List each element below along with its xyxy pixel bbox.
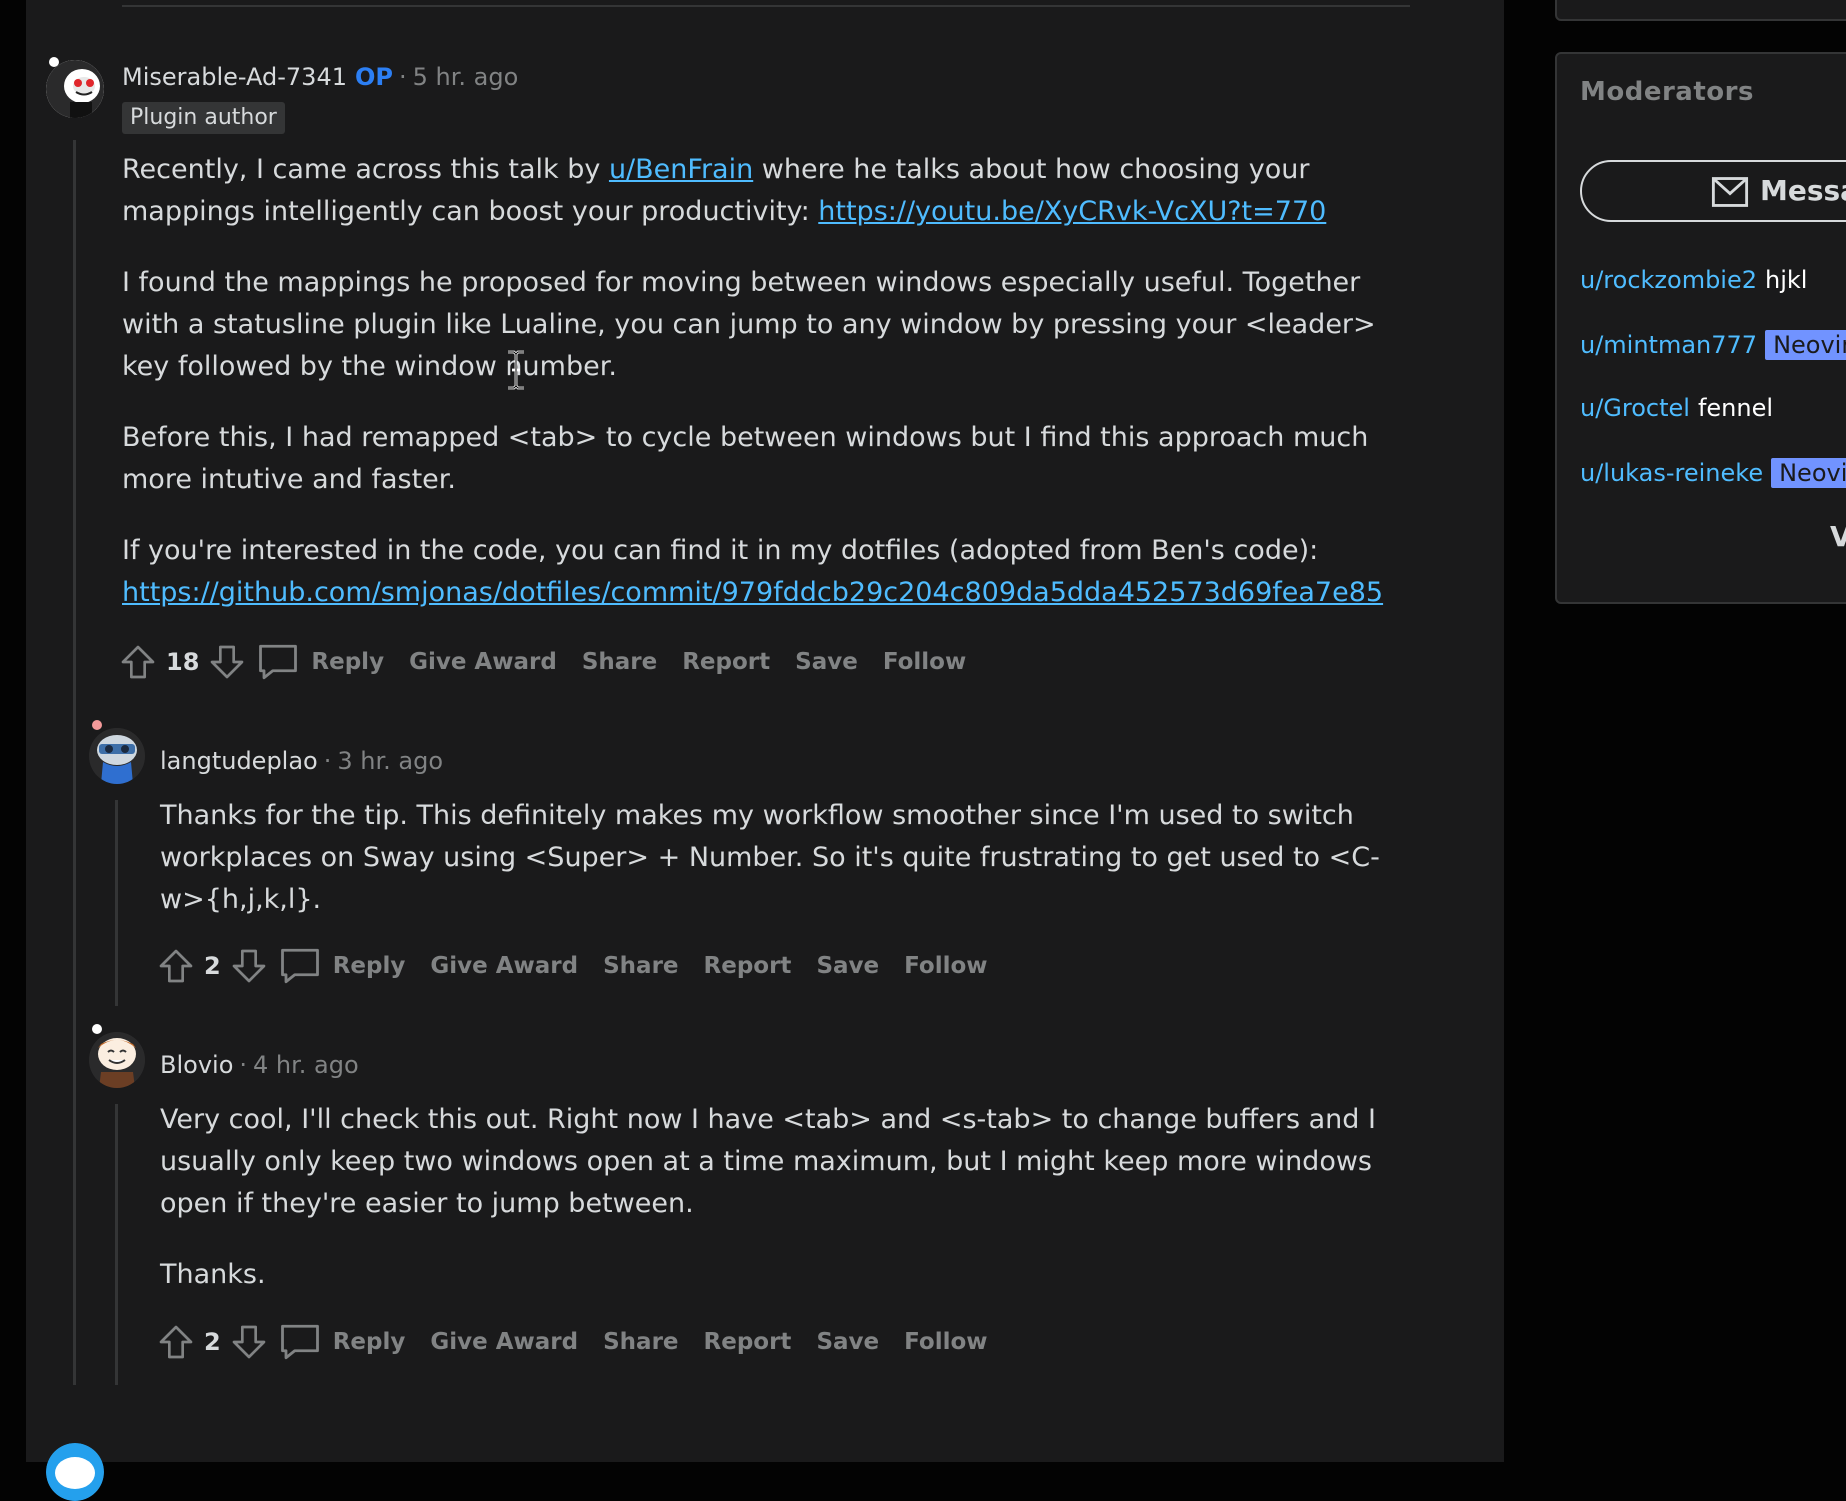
share-button[interactable]: Share [603, 953, 678, 979]
comment-meta: langtudeplao · 3 hr. ago [160, 747, 444, 775]
downvote-icon[interactable] [229, 1322, 269, 1362]
reply-button[interactable]: Reply [311, 649, 384, 675]
follow-button[interactable]: Follow [883, 649, 966, 675]
online-status-indicator [92, 720, 102, 730]
upvote-icon[interactable] [156, 946, 196, 986]
reply-button[interactable]: Reply [333, 953, 406, 979]
comment-bubble-icon[interactable] [257, 642, 299, 682]
user-link[interactable]: u/BenFrain [609, 154, 753, 185]
comment-actions: 2 Reply Give Award Share Report Save Fol… [156, 1320, 1013, 1364]
thread-line[interactable] [73, 140, 76, 1385]
github-link[interactable]: https://github.com/smjonas/dotfiles/comm… [122, 577, 1383, 608]
moderator-flair: Neovim [1765, 330, 1846, 360]
vote-score: 2 [204, 1328, 221, 1356]
comment-paragraph: Recently, I came across this talk by u/B… [122, 154, 1327, 227]
follow-button[interactable]: Follow [904, 1329, 987, 1355]
message-button-label: Messa [1760, 174, 1846, 207]
comment-time[interactable]: 4 hr. ago [253, 1051, 359, 1079]
view-all-moderators-button[interactable]: V [1830, 520, 1846, 553]
comment-paragraph: I found the mappings he proposed for mov… [122, 267, 1376, 382]
save-button[interactable]: Save [816, 953, 879, 979]
moderator-item: u/mintman777 Neovim [1580, 330, 1846, 360]
share-button[interactable]: Share [582, 649, 657, 675]
message-mods-button[interactable]: Messa [1580, 160, 1846, 222]
report-button[interactable]: Report [682, 649, 770, 675]
comment-body: Recently, I came across this talk by u/B… [122, 149, 1422, 643]
youtube-link[interactable]: https://youtu.be/XyCRvk-VcXU?t=770 [818, 196, 1326, 227]
thread-line[interactable] [115, 800, 118, 1006]
comment-body: Thanks for the tip. This definitely make… [160, 795, 1420, 950]
share-button[interactable]: Share [603, 1329, 678, 1355]
save-button[interactable]: Save [795, 649, 858, 675]
follow-button[interactable]: Follow [904, 953, 987, 979]
reply-button[interactable]: Reply [333, 1329, 406, 1355]
give-award-button[interactable]: Give Award [430, 953, 578, 979]
downvote-icon[interactable] [229, 946, 269, 986]
moderator-item: u/lukas-reineke Neovim [1580, 458, 1846, 488]
online-status-indicator [49, 57, 59, 67]
op-badge: OP [355, 63, 393, 91]
comment-author[interactable]: langtudeplao [160, 747, 318, 775]
avatar[interactable] [46, 1443, 104, 1501]
vote-score: 18 [166, 648, 200, 676]
text-cursor-icon [504, 350, 528, 390]
moderators-title: Moderators [1580, 77, 1754, 107]
upvote-icon[interactable] [118, 642, 158, 682]
report-button[interactable]: Report [704, 1329, 792, 1355]
comment-paragraph: Thanks. [160, 1259, 266, 1290]
downvote-icon[interactable] [207, 642, 247, 682]
avatar[interactable] [89, 1032, 145, 1088]
comment-meta: Miserable-Ad-7341 OP · 5 hr. ago [122, 63, 519, 91]
moderator-item: u/Groctel fennel [1580, 394, 1773, 422]
moderator-name[interactable]: u/mintman777 [1580, 331, 1757, 359]
upvote-icon[interactable] [156, 1322, 196, 1362]
moderator-name[interactable]: u/rockzombie2 [1580, 266, 1757, 294]
comment-bubble-icon[interactable] [279, 1322, 321, 1362]
mail-icon [1711, 176, 1749, 212]
thread-line[interactable] [115, 1104, 118, 1385]
avatar[interactable] [89, 728, 145, 784]
moderators-widget [1555, 52, 1846, 604]
avatar[interactable] [46, 60, 104, 118]
comment-bubble-icon[interactable] [279, 946, 321, 986]
comment-time[interactable]: 5 hr. ago [413, 63, 519, 91]
divider [122, 5, 1410, 7]
moderator-flair: Neovim [1771, 458, 1846, 488]
moderator-flair: hjkl [1765, 266, 1808, 294]
comment-meta: Blovio · 4 hr. ago [160, 1051, 359, 1079]
comment-actions: 2 Reply Give Award Share Report Save Fol… [156, 944, 1013, 988]
report-button[interactable]: Report [704, 953, 792, 979]
comment-paragraph: If you're interested in the code, you ca… [122, 535, 1384, 608]
save-button[interactable]: Save [816, 1329, 879, 1355]
give-award-button[interactable]: Give Award [409, 649, 557, 675]
sidebar-widget [1555, 0, 1846, 21]
comment-paragraph: Before this, I had remapped <tab> to cyc… [122, 422, 1369, 495]
online-status-indicator [92, 1024, 102, 1034]
comment-body: Very cool, I'll check this out. Right no… [160, 1099, 1420, 1325]
comment-author[interactable]: Miserable-Ad-7341 [122, 63, 347, 91]
moderator-name[interactable]: u/lukas-reineke [1580, 459, 1763, 487]
moderator-flair: fennel [1697, 394, 1774, 422]
comment-time[interactable]: 3 hr. ago [337, 747, 443, 775]
comment-actions: 18 Reply Give Award Share Report Save Fo… [118, 640, 991, 684]
comment-paragraph: Very cool, I'll check this out. Right no… [160, 1104, 1376, 1219]
moderator-item: u/rockzombie2 hjkl [1580, 266, 1807, 294]
user-flair: Plugin author [122, 102, 285, 134]
vote-score: 2 [204, 952, 221, 980]
comment-author[interactable]: Blovio [160, 1051, 233, 1079]
give-award-button[interactable]: Give Award [430, 1329, 578, 1355]
moderator-name[interactable]: u/Groctel [1580, 394, 1690, 422]
comment-paragraph: Thanks for the tip. This definitely make… [160, 800, 1380, 915]
